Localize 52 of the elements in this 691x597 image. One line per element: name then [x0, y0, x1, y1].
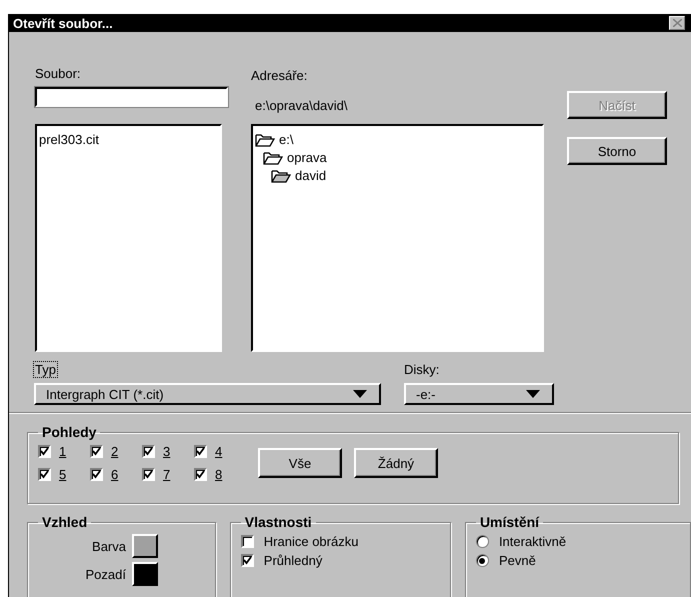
- file-name-field[interactable]: [35, 87, 228, 107]
- type-dropdown[interactable]: Intergraph CIT (*.cit): [34, 383, 381, 405]
- file-item[interactable]: prel303.cit: [39, 132, 99, 148]
- checkbox[interactable]: [194, 468, 207, 481]
- field-label: Typ: [34, 362, 57, 377]
- checkbox-label: 5: [59, 467, 66, 482]
- close-icon: [672, 19, 682, 27]
- checkbox-label: 2: [111, 444, 118, 459]
- checkbox-label: Průhledný: [264, 553, 322, 568]
- swatch-label: Barva: [92, 538, 126, 554]
- directory-item[interactable]: e:\: [279, 132, 294, 148]
- group-title: Pohledy: [41, 424, 98, 440]
- color-swatch[interactable]: [132, 562, 158, 586]
- checkbox-label: 1: [59, 444, 66, 459]
- radio-label: Interaktivně: [498, 534, 566, 549]
- checkbox[interactable]: [194, 445, 207, 458]
- group-title: Umístění: [478, 514, 540, 530]
- directory-item[interactable]: oprava: [287, 150, 327, 166]
- checkbox[interactable]: [38, 468, 51, 481]
- radio-button[interactable]: [476, 535, 489, 548]
- field-label: Adresáře:: [251, 68, 308, 83]
- checkbox-label: 3: [163, 444, 170, 459]
- checkbox[interactable]: [90, 468, 103, 481]
- checkbox[interactable]: [142, 445, 155, 458]
- dropdown-arrow-icon: [353, 390, 367, 398]
- radio-button[interactable]: [476, 554, 489, 567]
- checkbox-label: 7: [163, 467, 170, 482]
- checkbox-label: 6: [111, 467, 118, 482]
- select-button[interactable]: Vše: [258, 448, 342, 478]
- field-label: Disky:: [404, 362, 440, 377]
- group-title: Vlastnosti: [244, 514, 313, 530]
- directory-path: e:\oprava\david\: [255, 98, 349, 113]
- dropdown-arrow-icon: [526, 390, 540, 398]
- close-button[interactable]: [669, 16, 685, 30]
- checkbox[interactable]: [90, 445, 103, 458]
- checkbox[interactable]: [142, 468, 155, 481]
- checkbox[interactable]: [38, 445, 51, 458]
- window-title: Otevřít soubor...: [13, 16, 113, 30]
- checkbox-label: 8: [215, 467, 222, 482]
- color-swatch[interactable]: [132, 534, 158, 558]
- dialog-button[interactable]: Storno: [567, 137, 667, 165]
- select-button[interactable]: Žádný: [354, 448, 438, 478]
- radio-label: Pevně: [498, 553, 536, 568]
- group-title: Vzhled: [41, 514, 88, 530]
- drive-dropdown[interactable]: -e:-: [404, 383, 554, 405]
- directory-item[interactable]: david: [295, 168, 326, 184]
- swatch-label: Pozadí: [86, 566, 126, 582]
- checkbox[interactable]: [240, 554, 254, 567]
- checkbox[interactable]: [240, 535, 254, 548]
- field-label: Soubor:: [35, 66, 82, 81]
- checkbox-label: 4: [215, 444, 222, 459]
- checkbox-label: Hranice obrázku: [264, 534, 358, 549]
